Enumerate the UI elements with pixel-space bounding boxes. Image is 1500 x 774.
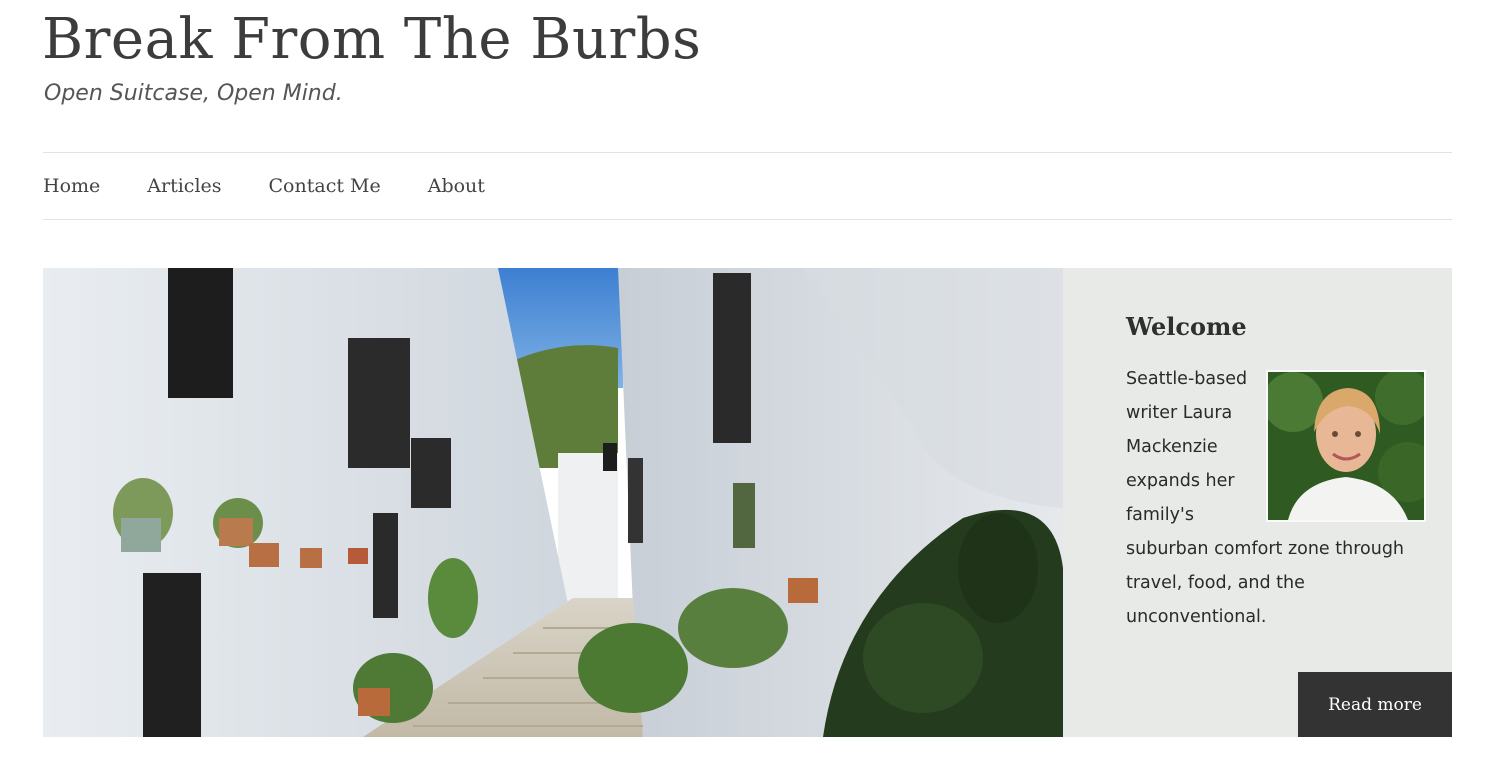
nav-item-articles[interactable]: Articles: [147, 175, 221, 197]
welcome-body: Seattle-based writer Laura Mackenzie exp…: [1126, 362, 1426, 634]
nav-item-about[interactable]: About: [428, 175, 485, 197]
main-navigation: Home Articles Contact Me About: [43, 152, 1452, 220]
hero-illustration: [43, 268, 1063, 737]
nav-item-home[interactable]: Home: [43, 175, 100, 197]
nav-item-contact-me[interactable]: Contact Me: [269, 175, 381, 197]
hero-image-whitewashed-street: [43, 268, 1063, 737]
read-more-button[interactable]: Read more: [1298, 672, 1452, 737]
welcome-title: Welcome: [1126, 312, 1247, 341]
author-photo: [1268, 372, 1424, 520]
site-tagline: Open Suitcase, Open Mind.: [44, 81, 343, 106]
site-title[interactable]: Break From The Burbs: [42, 4, 701, 76]
author-avatar: [1266, 370, 1426, 522]
welcome-panel: Welcome Seattle-based writer Laura Macke…: [1063, 268, 1452, 737]
